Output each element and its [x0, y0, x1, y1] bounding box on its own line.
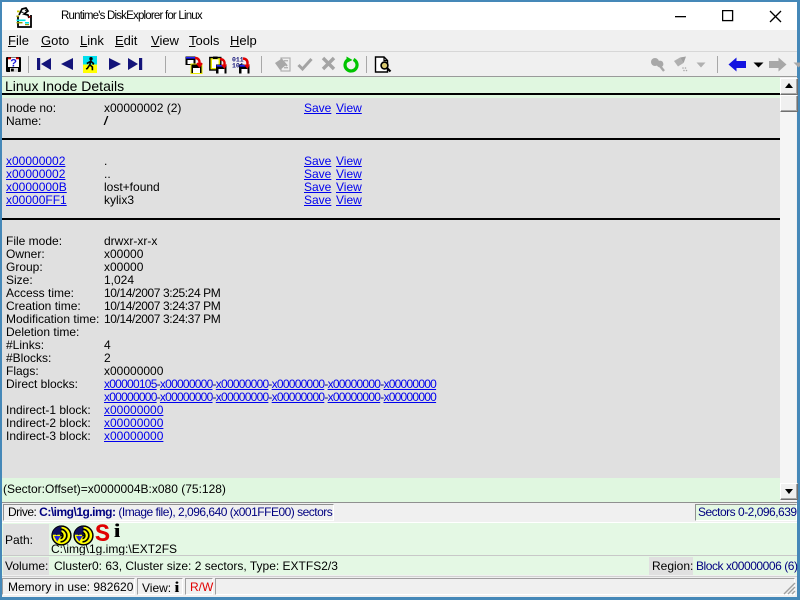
- svg-text:?: ?: [10, 58, 17, 70]
